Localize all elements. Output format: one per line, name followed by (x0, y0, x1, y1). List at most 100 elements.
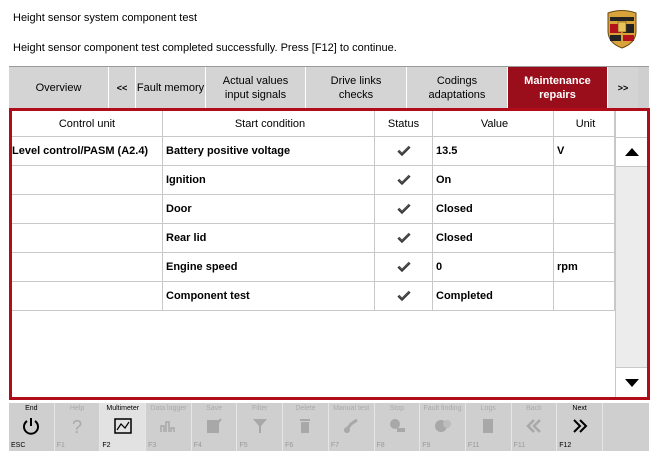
checkmark-icon (396, 145, 411, 157)
column-header: Unit (554, 111, 615, 136)
function-key-label: F1 (56, 442, 65, 449)
status-cell (375, 253, 433, 281)
column-header: Value (433, 111, 554, 136)
end-button[interactable]: End ESC (9, 403, 55, 451)
toolbar-label: Next (572, 405, 587, 412)
status-message: Height sensor component test completed s… (13, 42, 397, 54)
table-row[interactable]: Rear lid Closed (12, 224, 615, 253)
unit-cell (554, 282, 615, 310)
scroll-up-button[interactable] (616, 137, 647, 167)
toolbar-label: Manual test (333, 405, 370, 412)
fault-finding-button[interactable]: Fault finding F9 (420, 403, 466, 451)
value-cell: 0 (433, 253, 554, 281)
function-key-label: F9 (422, 442, 431, 449)
header: Height sensor system component test Heig… (0, 0, 658, 62)
value-cell: Closed (433, 224, 554, 252)
unit-cell: V (554, 137, 615, 165)
function-key-label: ESC (11, 442, 26, 449)
tab-bar: Overview << Fault memory Actual values i… (9, 66, 649, 108)
toolbar-label: Stop (389, 405, 405, 412)
tab-label: Overview (35, 81, 82, 94)
question-icon: ? (66, 415, 88, 437)
scroll-track[interactable] (616, 167, 647, 367)
data-logger-button[interactable]: Data logger F3 (146, 403, 192, 451)
status-cell (375, 166, 433, 194)
save-button[interactable]: Save F4 (192, 403, 238, 451)
checkmark-icon (396, 232, 411, 244)
checkmark-icon (396, 174, 411, 186)
status-cell (375, 195, 433, 223)
toolbar-label: Help (69, 405, 85, 412)
function-key-label: F5 (239, 442, 248, 449)
status-cell (375, 224, 433, 252)
save-icon (203, 415, 225, 437)
toolbar-label: Delete (295, 405, 316, 412)
multimeter-button[interactable]: Multimeter F2 (100, 403, 147, 451)
condition-cell: Rear lid (163, 224, 375, 252)
table-row[interactable]: Component test Completed (12, 282, 615, 311)
tab-label: Drive links checks (330, 74, 382, 101)
tab-maintenance[interactable]: Maintenance repairs (508, 67, 608, 108)
condition-cell: Battery positive voltage (163, 137, 375, 165)
toolbar-label: Logs (480, 405, 496, 412)
delete-button[interactable]: Delete F6 (283, 403, 329, 451)
arrow-down-icon (624, 378, 639, 387)
fault-finding-icon (432, 415, 454, 437)
stop-button[interactable]: Stop F8 (375, 403, 421, 451)
function-key-label: F7 (330, 442, 339, 449)
tab-scroll-right[interactable]: >> (608, 67, 638, 108)
tab-codings[interactable]: Codings adaptations (407, 67, 508, 108)
condition-cell: Engine speed (163, 253, 375, 281)
manual-test-icon (340, 415, 362, 437)
tab-scroll-left[interactable]: << (109, 67, 136, 108)
page-title: Height sensor system component test (13, 12, 198, 24)
function-key-label: F8 (376, 442, 385, 449)
logs-button[interactable]: Logs F11 (466, 403, 512, 451)
tab-overview[interactable]: Overview (9, 67, 109, 108)
scroll-down-button[interactable] (616, 367, 647, 397)
manual-test-button[interactable]: Manual test F7 (329, 403, 375, 451)
unit-cell (554, 195, 615, 223)
filter-button[interactable]: Filter F5 (237, 403, 284, 451)
function-toolbar: End ESC Help? F1 Multimeter F2 Data logger F3 Sa… (9, 403, 649, 451)
value-cell: On (433, 166, 554, 194)
toolbar-label: Fault finding (423, 405, 462, 412)
toolbar-label: Filter (252, 405, 268, 412)
checkmark-icon (396, 290, 411, 302)
table-row[interactable]: Door Closed (12, 195, 615, 224)
svg-text:?: ? (72, 417, 82, 436)
condition-cell: Door (163, 195, 375, 223)
table-header: Control unit Start condition Status Valu… (12, 111, 615, 137)
tab-fault-memory[interactable]: Fault memory (136, 67, 206, 108)
function-key-label: F2 (102, 442, 111, 449)
control-unit-cell (12, 195, 163, 223)
checkmark-icon (396, 261, 411, 273)
results-table: Control unit Start condition Status Valu… (12, 111, 615, 311)
function-key-label: F3 (148, 442, 157, 449)
back-icon (523, 415, 545, 437)
function-key-label: F4 (193, 442, 202, 449)
help-button[interactable]: Help? F1 (55, 403, 101, 451)
value-cell: Closed (433, 195, 554, 223)
tab-label: Maintenance repairs (524, 74, 591, 101)
column-header: Control unit (12, 111, 163, 136)
function-key-label: F11 (467, 442, 480, 449)
tab-actual-values[interactable]: Actual values input signals (206, 67, 306, 108)
table-row[interactable]: Ignition On (12, 166, 615, 195)
scrollbar[interactable] (615, 111, 647, 397)
next-button[interactable]: Next F12 (557, 403, 603, 451)
table-row[interactable]: Level control/PASM (A2.4) Battery positiv… (12, 137, 615, 166)
power-icon (20, 415, 42, 437)
back-button[interactable]: Back F11 (512, 403, 558, 451)
porsche-crest-icon (607, 10, 637, 49)
toolbar-label: End (25, 405, 38, 412)
toolbar-label: Save (206, 405, 223, 412)
table-row[interactable]: Engine speed 0 rpm (12, 253, 615, 282)
tab-drive-links[interactable]: Drive links checks (306, 67, 407, 108)
value-cell: Completed (433, 282, 554, 310)
column-header: Start condition (163, 111, 375, 136)
status-cell (375, 282, 433, 310)
toolbar-label: Data logger (150, 405, 187, 412)
tab-label: Fault memory (136, 81, 205, 94)
arrow-up-icon (624, 148, 639, 156)
